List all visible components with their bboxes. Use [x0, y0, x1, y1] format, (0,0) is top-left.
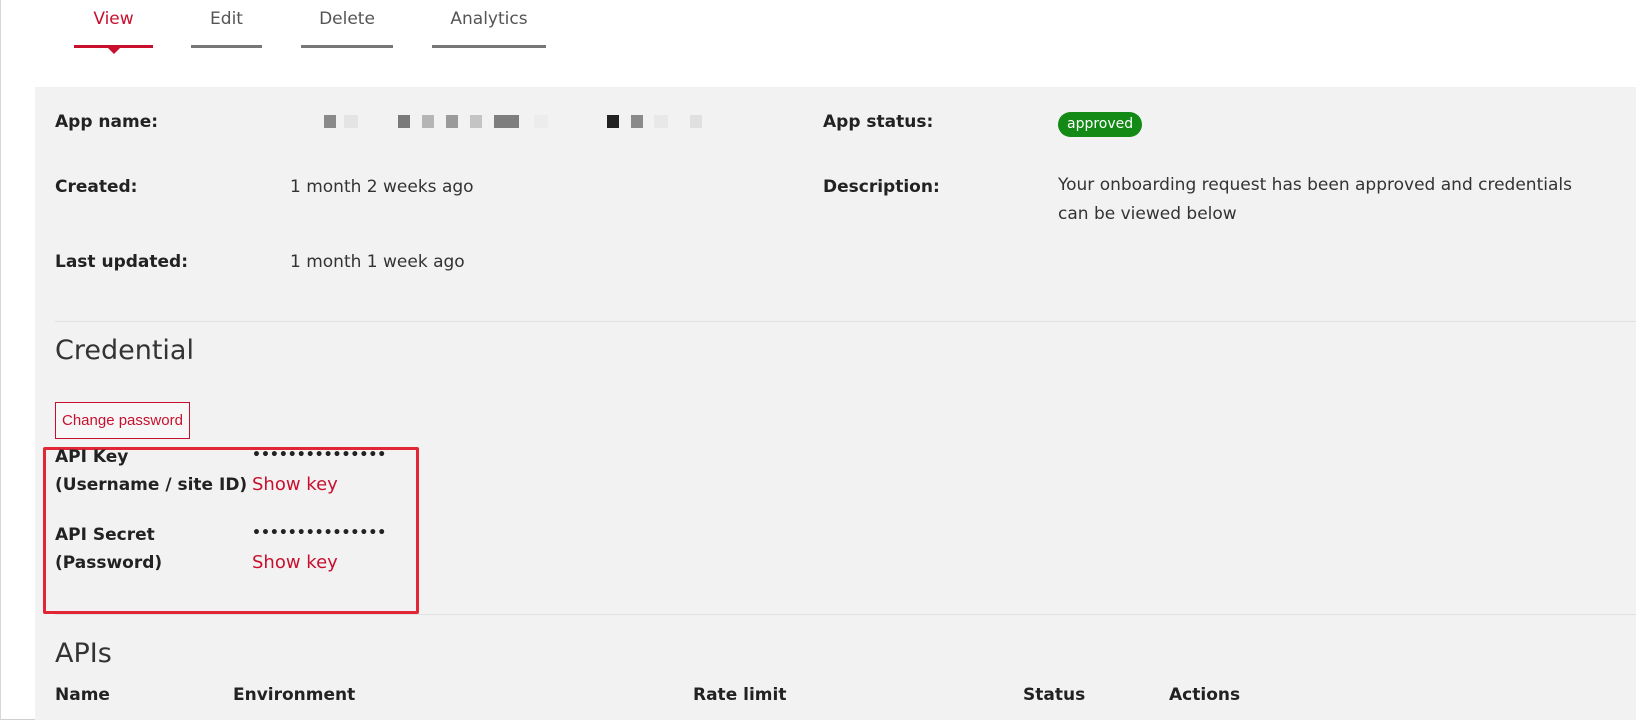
tab-edit-underline — [191, 45, 262, 48]
tab-edit-label: Edit — [210, 9, 243, 29]
tab-delete[interactable]: Delete — [301, 0, 393, 50]
divider — [55, 321, 1636, 322]
tab-view-label: View — [93, 9, 134, 29]
tab-edit[interactable]: Edit — [191, 0, 262, 50]
created-value: 1 month 2 weeks ago — [290, 177, 474, 197]
tab-analytics-underline — [432, 45, 546, 48]
app-status-label: App status: — [823, 112, 934, 132]
column-header-name: Name — [55, 685, 110, 705]
api-key-masked-value: ••••••••••••••• — [252, 447, 387, 463]
status-badge: approved — [1058, 112, 1143, 137]
credential-title: Credential — [55, 335, 194, 366]
column-header-rate-limit: Rate limit — [693, 685, 787, 705]
page-frame: View Edit Delete Analytics App name: App… — [0, 0, 1636, 720]
description-label: Description: — [823, 177, 940, 197]
tab-delete-underline — [301, 45, 393, 48]
api-secret-masked-value: ••••••••••••••• — [252, 525, 387, 541]
column-header-actions: Actions — [1169, 685, 1241, 705]
change-password-button[interactable]: Change password — [55, 402, 190, 439]
api-secret-show-link[interactable]: Show key — [252, 552, 338, 573]
app-name-label: App name: — [55, 112, 159, 132]
tab-delete-label: Delete — [319, 9, 375, 29]
column-header-environment: Environment — [233, 685, 356, 705]
api-secret-label-line1: API Secret — [55, 525, 155, 545]
created-label: Created: — [55, 177, 138, 197]
last-updated-value: 1 month 1 week ago — [290, 252, 465, 272]
tab-analytics[interactable]: Analytics — [432, 0, 546, 50]
tab-active-caret-icon — [107, 48, 120, 54]
api-key-label-line2: (Username / site ID) — [55, 475, 248, 495]
tab-view[interactable]: View — [74, 0, 153, 54]
api-key-label-line1: API Key — [55, 447, 129, 467]
app-details-panel: App name: App status: approved Created: … — [35, 87, 1636, 720]
divider — [55, 614, 1636, 615]
tab-analytics-label: Analytics — [450, 9, 528, 29]
apis-title: APIs — [55, 638, 112, 669]
api-key-show-link[interactable]: Show key — [252, 474, 338, 495]
api-secret-label-line2: (Password) — [55, 553, 163, 573]
redacted-app-name — [324, 115, 714, 129]
column-header-status: Status — [1023, 685, 1086, 705]
description-value: Your onboarding request has been approve… — [1058, 175, 1572, 224]
last-updated-label: Last updated: — [55, 252, 189, 272]
